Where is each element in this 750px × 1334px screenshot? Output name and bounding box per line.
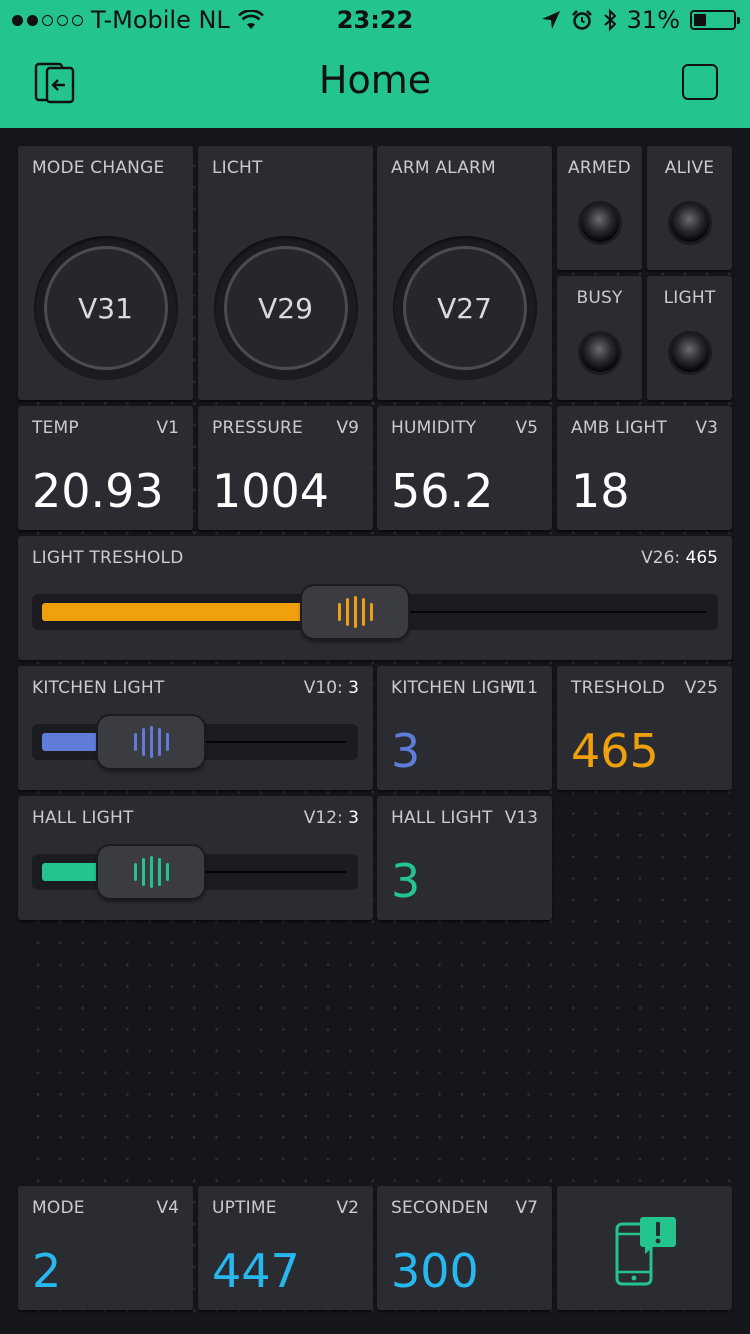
- widget-pin: V9: [336, 418, 359, 438]
- widget-label: ARM ALARM: [391, 158, 496, 178]
- widget-pin: V3: [695, 418, 718, 438]
- kitchen-light-slider[interactable]: [32, 716, 358, 768]
- slider-widget-hall-light: HALL LIGHT V12: 3: [18, 796, 373, 920]
- led-indicator: [670, 204, 709, 242]
- status-right: 31%: [541, 6, 740, 34]
- display-widget-mode: MODE V4 2: [18, 1186, 193, 1310]
- slider-handle[interactable]: [302, 586, 408, 638]
- widget-pin: V4: [156, 1198, 179, 1218]
- display-widget-pressure: PRESSURE V9 1004: [198, 406, 373, 530]
- widget-label: AMB LIGHT: [571, 418, 667, 438]
- widget-label: PRESSURE: [212, 418, 303, 438]
- display-value: 1004: [212, 464, 330, 518]
- button-widget-mode-change: MODE CHANGE V31: [18, 146, 193, 400]
- alarm-clock-icon: [571, 10, 592, 30]
- button-pin-label: V31: [78, 292, 133, 325]
- widget-label: MODE CHANGE: [32, 158, 165, 178]
- widget-label: TEMP: [32, 418, 79, 438]
- button-widget-licht: LICHT V29: [198, 146, 373, 400]
- bluetooth-icon: [603, 8, 617, 32]
- widget-pin: V10: 3: [303, 678, 359, 698]
- button-pin-label: V27: [437, 292, 492, 325]
- widget-label: SECONDEN: [391, 1198, 489, 1218]
- licht-button[interactable]: V29: [213, 236, 358, 380]
- widget-label: HALL LIGHT: [391, 808, 493, 828]
- slider-widget-kitchen-light: KITCHEN LIGHT V10: 3: [18, 666, 373, 790]
- button-widget-arm-alarm: ARM ALARM V27: [377, 146, 552, 400]
- slider-handle[interactable]: [98, 716, 204, 768]
- led-widget-light: LIGHT: [647, 276, 732, 400]
- display-widget-amb-light: AMB LIGHT V3 18: [557, 406, 732, 530]
- widget-pin: V7: [515, 1198, 538, 1218]
- display-value: 447: [212, 1244, 300, 1298]
- location-arrow-icon: [541, 11, 560, 29]
- display-value: 56.2: [391, 464, 494, 518]
- square-icon[interactable]: [682, 64, 718, 100]
- widget-label: KITCHEN LIGHT: [32, 678, 165, 698]
- display-value: 18: [571, 464, 630, 518]
- widget-label: KITCHEN LIGHT: [391, 678, 524, 698]
- led-indicator: [580, 204, 619, 242]
- widget-label: UPTIME: [212, 1198, 277, 1218]
- led-label: LIGHT: [663, 288, 716, 308]
- led-widget-alive: ALIVE: [647, 146, 732, 270]
- app-header: Home: [0, 40, 750, 128]
- display-widget-temp: TEMP V1 20.93: [18, 406, 193, 530]
- widget-pin: V26: 465: [641, 548, 718, 568]
- widget-label: LIGHT TRESHOLD: [32, 548, 184, 568]
- led-label: BUSY: [576, 288, 623, 308]
- notification-widget[interactable]: [557, 1186, 732, 1310]
- led-label: ALIVE: [664, 158, 715, 178]
- widget-pin: V11: [504, 678, 538, 698]
- widget-pin: V5: [515, 418, 538, 438]
- display-value: 300: [391, 1244, 479, 1298]
- slider-value: 3: [348, 808, 359, 828]
- display-value: 3: [391, 724, 421, 778]
- display-value: 465: [571, 724, 659, 778]
- display-widget-uptime: UPTIME V2 447: [198, 1186, 373, 1310]
- arm-alarm-button[interactable]: V27: [392, 236, 537, 380]
- widget-pin: V25: [684, 678, 718, 698]
- display-value: 2: [32, 1244, 62, 1298]
- display-widget-humidity: HUMIDITY V5 56.2: [377, 406, 552, 530]
- display-value: 3: [391, 854, 421, 908]
- display-value: 20.93: [32, 464, 164, 518]
- battery-percentage: 31%: [626, 6, 680, 34]
- widget-label: LICHT: [212, 158, 263, 178]
- button-pin-label: V29: [258, 292, 313, 325]
- slider-value: 3: [348, 678, 359, 698]
- widget-label: HUMIDITY: [391, 418, 477, 438]
- status-bar: T-Mobile NL 23:22 31%: [0, 0, 750, 40]
- widget-pin: V1: [156, 418, 179, 438]
- led-widget-busy: BUSY: [557, 276, 642, 400]
- phone-alert-icon: [615, 1217, 676, 1286]
- display-widget-treshold: TRESHOLD V25 465: [557, 666, 732, 790]
- display-widget-kitchen-light: KITCHEN LIGHT V11 3: [377, 666, 552, 790]
- battery-icon: [690, 10, 740, 30]
- widget-label: TRESHOLD: [571, 678, 666, 698]
- display-widget-seconden: SECONDEN V7 300: [377, 1186, 552, 1310]
- led-widget-armed: ARMED: [557, 146, 642, 270]
- widget-pin: V2: [336, 1198, 359, 1218]
- widget-pin: V13: [504, 808, 538, 828]
- widget-label: HALL LIGHT: [32, 808, 134, 828]
- page-title: Home: [318, 58, 432, 102]
- hall-light-slider[interactable]: [32, 846, 358, 898]
- display-widget-hall-light: HALL LIGHT V13 3: [377, 796, 552, 920]
- led-indicator: [670, 334, 709, 372]
- slider-value: 465: [685, 548, 718, 568]
- light-treshold-slider[interactable]: [32, 586, 718, 638]
- mode-change-button[interactable]: V31: [33, 236, 178, 380]
- widget-pin: V12: 3: [303, 808, 359, 828]
- widget-label: MODE: [32, 1198, 85, 1218]
- slider-handle[interactable]: [98, 846, 204, 898]
- led-label: ARMED: [568, 158, 631, 178]
- led-indicator: [580, 334, 619, 372]
- slider-widget-light-treshold: LIGHT TRESHOLD V26: 465: [18, 536, 732, 660]
